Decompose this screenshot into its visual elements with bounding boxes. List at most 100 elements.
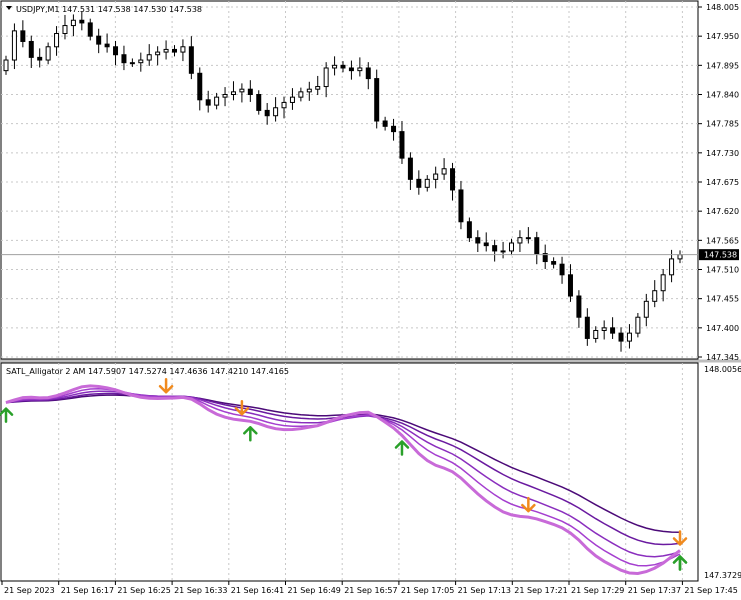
candle-body (483, 242, 489, 247)
time-tick-label: 21 Sep 16:33 (174, 586, 227, 595)
time-tick-label: 21 Sep 17:29 (571, 586, 624, 595)
candle-body (37, 56, 43, 61)
candle-body (298, 91, 304, 98)
indicator-header: SATL_Alligator 2 AM 147.5907 147.5274 14… (6, 367, 289, 376)
candle-body (188, 46, 194, 74)
candle-body (306, 88, 312, 93)
candle-body (230, 91, 236, 96)
time-tick-label: 21 Sep 16:17 (61, 586, 114, 595)
candle-body (517, 237, 523, 244)
candle-body (399, 131, 405, 159)
price-axis: 148.005 147.950 147.895 147.840 147.785 147.7… (698, 3, 739, 362)
candle-body (62, 25, 68, 35)
candle-body (407, 157, 413, 180)
candle-body (669, 258, 675, 276)
candle-body (54, 33, 60, 48)
candle-body (70, 19, 76, 27)
candle-body (155, 51, 161, 56)
candle-body (576, 295, 582, 318)
candle-body (618, 332, 624, 342)
candle-body (20, 30, 26, 42)
candle-body (450, 168, 456, 191)
candle-body (441, 168, 447, 175)
candle-body (475, 237, 481, 244)
price-tick-label: 147.950 (706, 32, 739, 41)
candle-body (315, 86, 321, 90)
time-axis: 21 Sep 2023 21 Sep 16:17 21 Sep 16:25 21 Se… (1, 581, 738, 595)
main-chart-header: USDJPY,M1 147.531 147.538 147.530 147.53… (16, 5, 202, 14)
price-tick-label: 147.345 (706, 353, 739, 362)
candle-body (500, 250, 506, 253)
candle-body (593, 329, 599, 339)
candle-body (264, 109, 270, 117)
candle-body (424, 178, 430, 188)
candle-body (635, 316, 641, 334)
time-tick-label: 21 Sep 17:21 (514, 586, 567, 595)
candle-body (3, 59, 9, 72)
time-tick-label: 21 Sep 16:25 (117, 586, 170, 595)
candle-body (104, 43, 110, 48)
candle-body (138, 59, 144, 64)
candle-body (172, 48, 177, 53)
time-tick-label: 21 Sep 17:37 (628, 586, 681, 595)
candle-body (256, 94, 262, 111)
main-plot-area[interactable] (0, 0, 699, 360)
candle-body (11, 30, 17, 61)
candle-body (610, 327, 616, 334)
candle-body (660, 274, 666, 292)
candle-body (163, 48, 169, 53)
candle-body (382, 120, 388, 127)
time-tick-label: 21 Sep 16:41 (231, 586, 284, 595)
candle-body (239, 88, 245, 93)
candle-body (340, 64, 346, 69)
candle-body (357, 67, 363, 72)
candle-body (247, 88, 253, 95)
candle-body (28, 40, 34, 58)
time-tick-label: 21 Sep 2023 (4, 586, 55, 595)
candle-body (129, 62, 135, 65)
indicator-axis-top: 148.0056 (704, 365, 741, 374)
candle-body (652, 290, 658, 302)
candle-body (391, 125, 397, 133)
candle-body (677, 254, 683, 260)
price-tick-label: 147.620 (706, 207, 739, 216)
price-tick-label: 147.400 (706, 324, 739, 333)
candle-body (146, 54, 152, 61)
candle-body (374, 78, 380, 122)
candle-body (197, 72, 203, 101)
candle-body (323, 67, 329, 88)
candle-body (567, 274, 573, 297)
price-tick-label: 147.565 (706, 236, 739, 245)
candle-body (214, 96, 220, 106)
candle-body (584, 316, 590, 339)
candle-body (534, 237, 540, 255)
candle-body (416, 178, 422, 188)
candle-body (273, 107, 279, 117)
current-price-label: 147.538 (704, 251, 737, 260)
price-tick-label: 147.785 (706, 120, 739, 129)
candle-body (551, 261, 557, 265)
price-tick-label: 147.730 (706, 149, 739, 158)
candle-body (492, 245, 498, 252)
candle-body (79, 19, 85, 24)
candle-body (559, 263, 565, 276)
candle-body (289, 96, 295, 103)
price-tick-label: 148.005 (706, 3, 739, 12)
candle-body (601, 327, 607, 331)
chart-window[interactable]: 148.005 147.950 147.895 147.840 147.785 147.7… (0, 0, 741, 600)
price-tick-label: 147.675 (706, 178, 739, 187)
candle-body (332, 64, 338, 69)
candle-body (466, 221, 472, 239)
candle-body (643, 300, 649, 318)
price-tick-label: 147.455 (706, 295, 739, 304)
time-tick-label: 21 Sep 17:45 (684, 586, 737, 595)
candle-body (87, 22, 93, 37)
price-tick-label: 147.895 (706, 61, 739, 70)
time-tick-label: 21 Sep 17:05 (401, 586, 454, 595)
candle-body (509, 242, 514, 252)
candle-body (45, 46, 51, 61)
time-tick-label: 21 Sep 16:49 (288, 586, 341, 595)
candle-body (121, 54, 127, 64)
candle-body (222, 94, 228, 98)
candle-body (626, 332, 632, 342)
